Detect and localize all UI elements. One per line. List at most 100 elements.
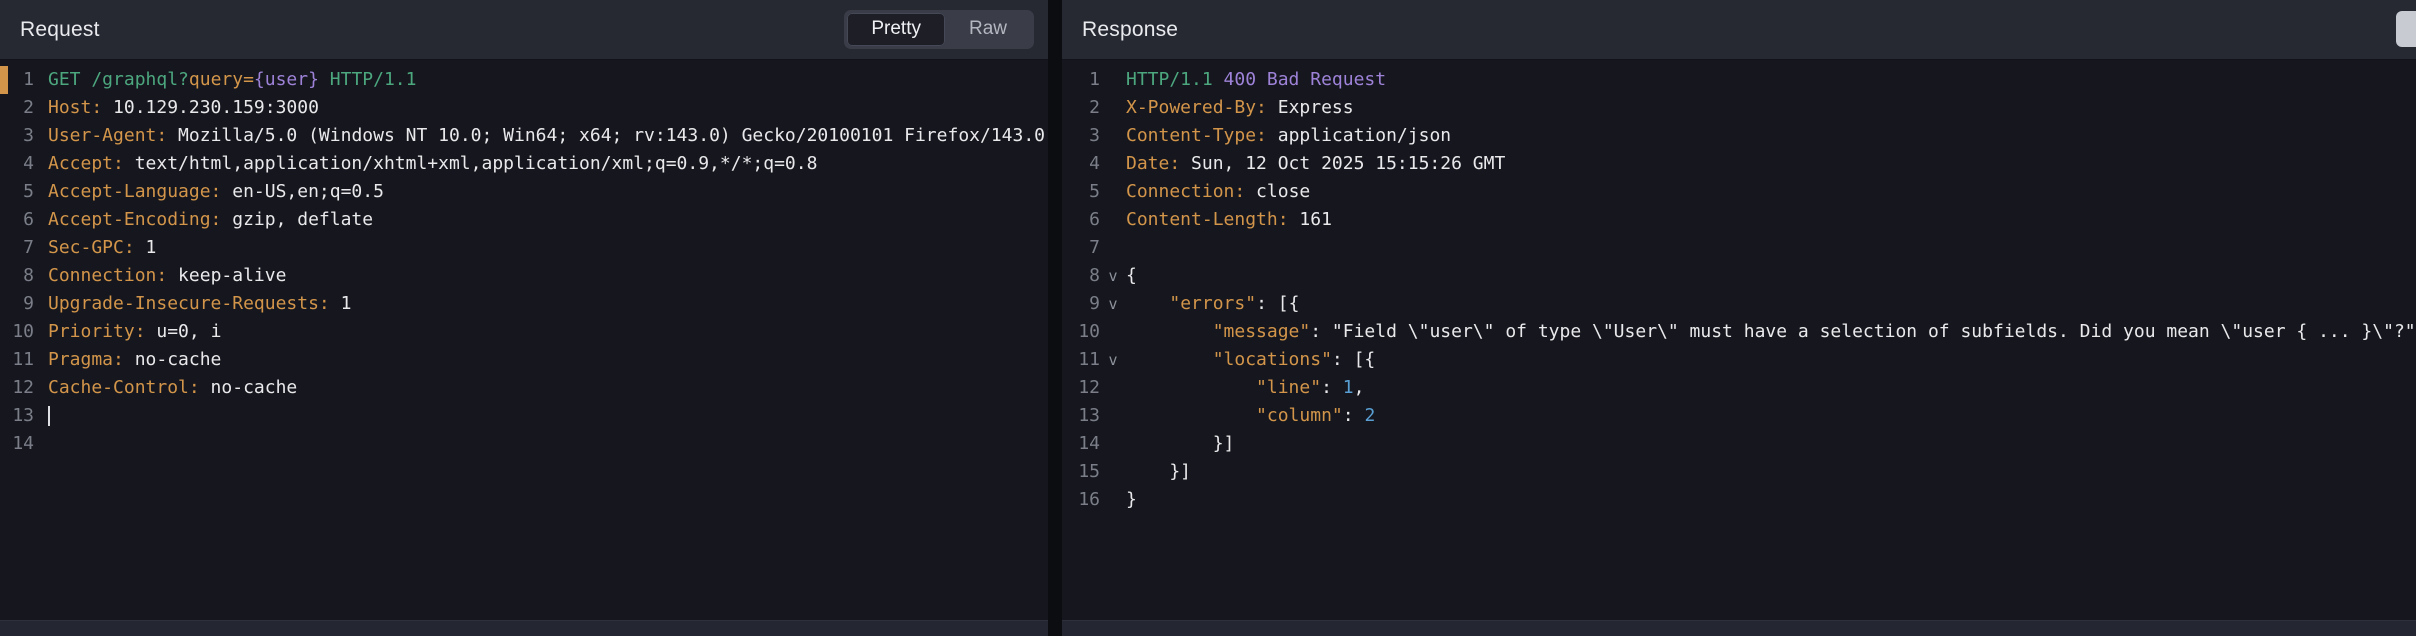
fold-arrow-icon[interactable]: v bbox=[1100, 262, 1126, 290]
token: : bbox=[1321, 377, 1343, 398]
token: }] bbox=[1126, 433, 1235, 454]
response-panel: Response 1 HTTP/1.1 400 Bad Request 2 X-Pow… bbox=[1062, 0, 2416, 636]
fold-arrow-icon[interactable]: v bbox=[1100, 346, 1126, 374]
raw-tab[interactable]: Raw bbox=[945, 13, 1031, 46]
first-line-marker bbox=[0, 66, 8, 94]
token: Priority: bbox=[48, 321, 146, 342]
token: {user} bbox=[253, 69, 319, 90]
code-line[interactable]: 11 Pragma: no-cache bbox=[0, 346, 1048, 374]
code-line[interactable]: 8 v{ bbox=[1062, 262, 2416, 290]
code-text: Date: Sun, 12 Oct 2025 15:15:26 GMT bbox=[1126, 150, 1505, 178]
code-line[interactable]: 1 HTTP/1.1 400 Bad Request bbox=[1062, 66, 2416, 94]
code-line[interactable]: 10 "message": "Field \"user\" of type \"… bbox=[1062, 318, 2416, 346]
code-line[interactable]: 1 GET /graphql?query={user} HTTP/1.1 bbox=[0, 66, 1048, 94]
response-header: Response bbox=[1062, 0, 2416, 60]
code-line[interactable]: 5 Accept-Language: en-US,en;q=0.5 bbox=[0, 178, 1048, 206]
pretty-tab[interactable]: Pretty bbox=[847, 13, 945, 46]
line-number: 11 bbox=[1078, 349, 1100, 370]
token: Accept: bbox=[48, 153, 124, 174]
line-number: 13 bbox=[12, 405, 34, 426]
token: 10.129.230.159:3000 bbox=[102, 97, 319, 118]
code-line[interactable]: 8 Connection: keep-alive bbox=[0, 262, 1048, 290]
line-number: 9 bbox=[1089, 293, 1100, 314]
code-line[interactable]: 3 User-Agent: Mozilla/5.0 (Windows NT 10.… bbox=[0, 122, 1048, 150]
request-header: Request Pretty Raw bbox=[0, 0, 1048, 60]
code-text: Upgrade-Insecure-Requests: 1 bbox=[48, 290, 351, 318]
token: : bbox=[1342, 405, 1365, 426]
token: no-cache bbox=[123, 349, 222, 370]
token: no-cache bbox=[199, 377, 298, 398]
token: "message" bbox=[1212, 321, 1311, 342]
response-horizontal-scrollbar[interactable] bbox=[1062, 620, 2416, 636]
token: 1 bbox=[134, 237, 157, 258]
token: text/html,application/xhtml+xml,applicat… bbox=[123, 153, 818, 174]
request-horizontal-scrollbar[interactable] bbox=[0, 620, 1048, 636]
request-editor[interactable]: 1 GET /graphql?query={user} HTTP/1.1 2 Host… bbox=[0, 60, 1048, 620]
code-line[interactable]: 2 Host: 10.129.230.159:3000 bbox=[0, 94, 1048, 122]
code-text: Content-Type: application/json bbox=[1126, 122, 1451, 150]
token: Date: bbox=[1126, 153, 1181, 174]
fold-arrow-icon[interactable]: v bbox=[1100, 290, 1126, 318]
code-line[interactable]: 7 Sec-GPC: 1 bbox=[0, 234, 1048, 262]
code-line[interactable]: 16} bbox=[1062, 486, 2416, 514]
code-text: Accept-Encoding: gzip, deflate bbox=[48, 206, 373, 234]
token: gzip, deflate bbox=[221, 209, 374, 230]
line-number: 12 bbox=[1078, 377, 1100, 398]
code-line[interactable]: 7 bbox=[1062, 234, 2416, 262]
token: : [{ bbox=[1331, 349, 1376, 370]
code-line[interactable]: 4 Date: Sun, 12 Oct 2025 15:15:26 GMT bbox=[1062, 150, 2416, 178]
code-line[interactable]: 10 Priority: u=0, i bbox=[0, 318, 1048, 346]
code-line[interactable]: 4 Accept: text/html,application/xhtml+xml… bbox=[0, 150, 1048, 178]
code-line[interactable]: 5 Connection: close bbox=[1062, 178, 2416, 206]
code-line[interactable]: 11 v "locations": [{ bbox=[1062, 346, 2416, 374]
code-line[interactable]: 9v "errors": [{ bbox=[1062, 290, 2416, 318]
request-panel: Request Pretty Raw 1 GET /graphql?query={… bbox=[0, 0, 1048, 636]
line-number: 6 bbox=[1089, 209, 1100, 230]
token: Express bbox=[1266, 97, 1354, 118]
line-number: 15 bbox=[1078, 461, 1100, 482]
code-line[interactable]: 14 bbox=[0, 430, 1048, 458]
line-number: 10 bbox=[12, 321, 34, 342]
token: Connection: bbox=[1126, 181, 1246, 202]
panel-divider[interactable] bbox=[1048, 0, 1062, 636]
code-line[interactable]: 14 }] bbox=[1062, 430, 2416, 458]
code-text bbox=[48, 402, 50, 430]
response-editor[interactable]: 1 HTTP/1.1 400 Bad Request 2 X-Powered-By: … bbox=[1062, 60, 2416, 620]
code-line[interactable]: 13 bbox=[0, 402, 1048, 430]
code-text: Priority: u=0, i bbox=[48, 318, 221, 346]
token: keep-alive bbox=[167, 265, 287, 286]
code-line[interactable]: 2 X-Powered-By: Express bbox=[1062, 94, 2416, 122]
token: HTTP/1.1 bbox=[318, 69, 417, 90]
code-line[interactable]: 15 }] bbox=[1062, 458, 2416, 486]
token: 2 bbox=[1364, 405, 1376, 426]
code-line[interactable]: 12 Cache-Control: no-cache bbox=[0, 374, 1048, 402]
line-number: 11 bbox=[12, 349, 34, 370]
line-number: 4 bbox=[1089, 153, 1100, 174]
code-line[interactable]: 12 "line": 1, bbox=[1062, 374, 2416, 402]
code-line[interactable]: 6 Content-Length: 161 bbox=[1062, 206, 2416, 234]
code-text: }] bbox=[1126, 458, 1191, 486]
token: Cache-Control: bbox=[48, 377, 200, 398]
code-line[interactable]: 13 "column": 2 bbox=[1062, 402, 2416, 430]
line-number: 14 bbox=[12, 433, 34, 454]
line-number: 14 bbox=[1078, 433, 1100, 454]
line-number: 10 bbox=[1078, 321, 1100, 342]
code-text: } bbox=[1126, 486, 1137, 514]
line-number: 2 bbox=[23, 97, 34, 118]
code-text: HTTP/1.1 400 Bad Request bbox=[1126, 66, 1386, 94]
corner-button[interactable] bbox=[2396, 11, 2416, 47]
token: GET /graphql? bbox=[48, 69, 189, 90]
token: "column" bbox=[1256, 405, 1343, 426]
code-line[interactable]: 6 Accept-Encoding: gzip, deflate bbox=[0, 206, 1048, 234]
token: Host: bbox=[48, 97, 103, 118]
line-number: 12 bbox=[12, 377, 34, 398]
code-line[interactable]: 3 Content-Type: application/json bbox=[1062, 122, 2416, 150]
token: { bbox=[1126, 265, 1137, 286]
code-line[interactable]: 9 Upgrade-Insecure-Requests: 1 bbox=[0, 290, 1048, 318]
text-caret bbox=[48, 406, 50, 426]
token: 1 bbox=[1342, 377, 1354, 398]
code-text: Pragma: no-cache bbox=[48, 346, 221, 374]
